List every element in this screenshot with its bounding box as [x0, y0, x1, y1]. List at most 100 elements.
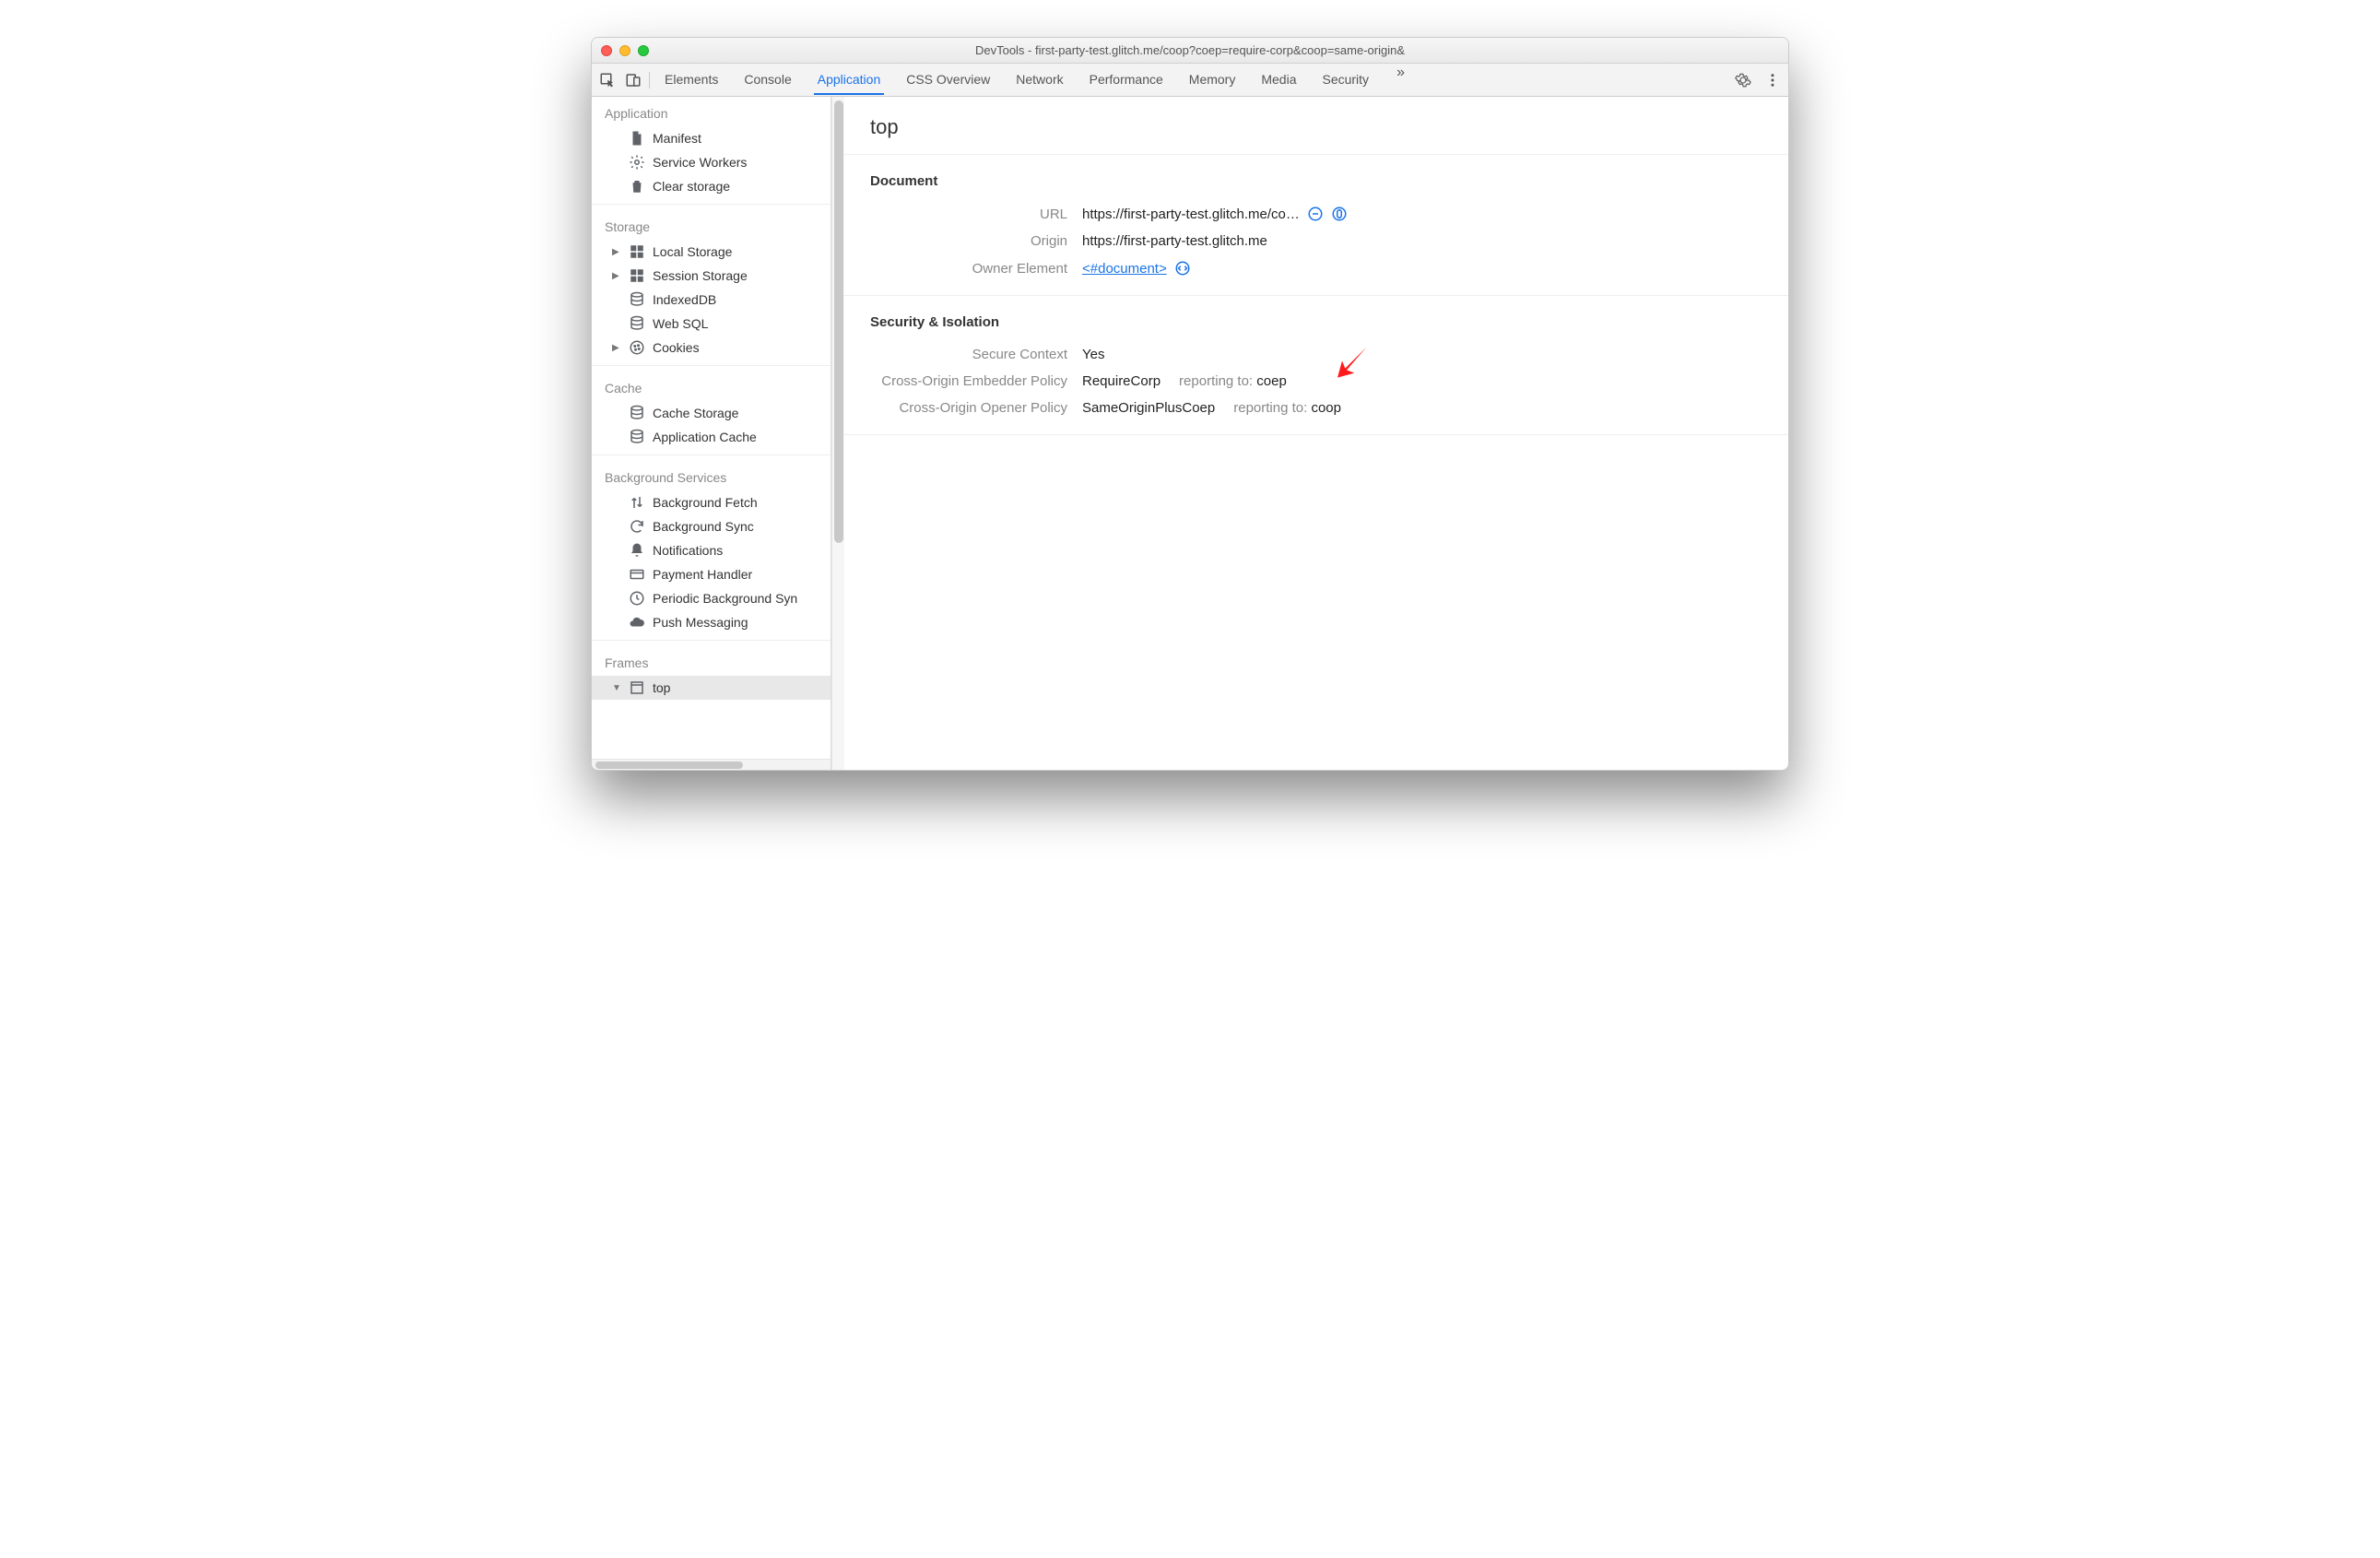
frame-icon: [629, 679, 645, 696]
sidebar-group-title: Background Services: [592, 461, 831, 490]
reveal-in-network-icon[interactable]: [1331, 206, 1348, 222]
sidebar-item-session-storage[interactable]: ▶Session Storage: [592, 264, 831, 288]
chevron-right-icon: ▶: [612, 247, 621, 257]
sidebar-group-title: Application: [592, 97, 831, 126]
sidebar-item-label: Web SQL: [653, 316, 708, 331]
coop-reporting-prefix: reporting to:: [1233, 400, 1307, 416]
coep-label: Cross-Origin Embedder Policy: [870, 373, 1082, 389]
close-window-button[interactable]: [601, 45, 612, 56]
panel-tabs: Elements Console Application CSS Overvie…: [661, 65, 1720, 95]
sidebar-item-service-workers[interactable]: Service Workers: [592, 150, 831, 174]
sidebar-item-clear-storage[interactable]: Clear storage: [592, 174, 831, 198]
sidebar-group-title: Frames: [592, 646, 831, 676]
sidebar-item-label: Clear storage: [653, 179, 730, 194]
sidebar-item-periodic-background-syn[interactable]: Periodic Background Syn: [592, 586, 831, 610]
sidebar-item-label: Local Storage: [653, 244, 732, 259]
sidebar-item-local-storage[interactable]: ▶ Local Storage: [592, 240, 831, 264]
tab-performance[interactable]: Performance: [1086, 65, 1167, 95]
gear-icon: [629, 154, 645, 171]
sidebar-item-label: Session Storage: [653, 268, 748, 283]
page-title: top: [844, 97, 1788, 155]
more-menu-icon[interactable]: [1764, 72, 1781, 89]
sidebar-scrollbar[interactable]: [831, 97, 844, 770]
tabs-overflow-icon[interactable]: »: [1391, 65, 1410, 95]
tab-elements[interactable]: Elements: [661, 65, 722, 95]
sidebar-item-label: Service Workers: [653, 155, 747, 170]
sidebar-item-cache-storage[interactable]: Cache Storage: [592, 401, 831, 425]
tab-memory[interactable]: Memory: [1185, 65, 1240, 95]
sidebar-item-label: Cache Storage: [653, 406, 738, 420]
copy-url-icon[interactable]: [1307, 206, 1324, 222]
sidebar-item-label: Background Sync: [653, 519, 754, 534]
bell-icon: [629, 542, 645, 559]
sidebar-item-label: Application Cache: [653, 430, 757, 444]
reveal-in-elements-icon[interactable]: [1174, 260, 1191, 277]
db-icon: [629, 291, 645, 308]
sync-icon: [629, 518, 645, 535]
sidebar-item-cookies[interactable]: ▶ Cookies: [592, 336, 831, 360]
origin-value: https://first-party-test.glitch.me: [1082, 233, 1267, 249]
sidebar-item-label: top: [653, 680, 670, 695]
db-icon: [629, 405, 645, 421]
sidebar-item-label: Periodic Background Syn: [653, 591, 797, 606]
url-label: URL: [870, 207, 1082, 222]
coep-reporting-prefix: reporting to:: [1179, 373, 1253, 389]
updn-icon: [629, 494, 645, 511]
coop-reporting-target: coop: [1311, 400, 1341, 416]
tab-css-overview[interactable]: CSS Overview: [902, 65, 994, 95]
sidebar-item-label: Cookies: [653, 340, 700, 355]
sidebar-item-web-sql[interactable]: Web SQL: [592, 312, 831, 336]
secure-context-value: Yes: [1082, 347, 1104, 362]
sidebar-horizontal-scrollbar[interactable]: [592, 759, 831, 770]
sidebar-item-label: Manifest: [653, 131, 701, 146]
owner-element-label: Owner Element: [870, 261, 1082, 277]
sidebar-item-notifications[interactable]: Notifications: [592, 538, 831, 562]
devtools-tabstrip: Elements Console Application CSS Overvie…: [592, 64, 1788, 97]
coep-reporting-target: coep: [1256, 373, 1287, 389]
sidebar-item-background-sync[interactable]: Background Sync: [592, 514, 831, 538]
sidebar-item-application-cache[interactable]: Application Cache: [592, 425, 831, 449]
devtools-window: DevTools - first-party-test.glitch.me/co…: [591, 37, 1789, 771]
sidebar-item-background-fetch[interactable]: Background Fetch: [592, 490, 831, 514]
grid-icon: [629, 243, 645, 260]
document-section: Document URL https://first-party-test.gl…: [844, 155, 1788, 296]
tab-network[interactable]: Network: [1012, 65, 1066, 95]
tab-security[interactable]: Security: [1318, 65, 1373, 95]
sidebar-item-payment-handler[interactable]: Payment Handler: [592, 562, 831, 586]
origin-label: Origin: [870, 233, 1082, 249]
tab-media[interactable]: Media: [1257, 65, 1300, 95]
secure-context-label: Secure Context: [870, 347, 1082, 362]
sidebar-item-manifest[interactable]: Manifest: [592, 126, 831, 150]
url-value: https://first-party-test.glitch.me/co…: [1082, 207, 1300, 222]
sidebar-item-label: Notifications: [653, 543, 723, 558]
clock-icon: [629, 590, 645, 607]
sidebar-item-top[interactable]: ▼ top: [592, 676, 831, 700]
coop-label: Cross-Origin Opener Policy: [870, 400, 1082, 416]
owner-element-link[interactable]: <#document>: [1082, 261, 1167, 277]
document-section-title: Document: [870, 173, 1762, 189]
application-sidebar[interactable]: Application Manifest Service Workers Clear …: [592, 97, 831, 770]
tab-console[interactable]: Console: [740, 65, 795, 95]
chevron-right-icon: ▶: [612, 343, 621, 353]
panel-body: Application Manifest Service Workers Clear …: [592, 97, 1788, 770]
cookie-icon: [629, 339, 645, 356]
sidebar-item-push-messaging[interactable]: Push Messaging: [592, 610, 831, 634]
tab-application[interactable]: Application: [814, 65, 885, 95]
security-section-title: Security & Isolation: [870, 314, 1762, 330]
sidebar-item-label: Push Messaging: [653, 615, 748, 630]
grid-icon: [629, 267, 645, 284]
coep-reporting: reporting to: coep: [1179, 373, 1287, 389]
db-icon: [629, 315, 645, 332]
sidebar-item-label: Payment Handler: [653, 567, 752, 582]
cloud-icon: [629, 614, 645, 631]
settings-gear-icon[interactable]: [1735, 72, 1751, 89]
chevron-down-icon: ▼: [612, 683, 621, 693]
sidebar-item-indexeddb[interactable]: IndexedDB: [592, 288, 831, 312]
frame-details-panel: top Document URL https://first-party-tes…: [844, 97, 1788, 770]
trash-icon: [629, 178, 645, 195]
inspect-element-icon[interactable]: [599, 72, 616, 89]
device-toolbar-icon[interactable]: [625, 72, 642, 89]
zoom-window-button[interactable]: [638, 45, 649, 56]
minimize-window-button[interactable]: [619, 45, 630, 56]
sidebar-group-title: Storage: [592, 210, 831, 240]
